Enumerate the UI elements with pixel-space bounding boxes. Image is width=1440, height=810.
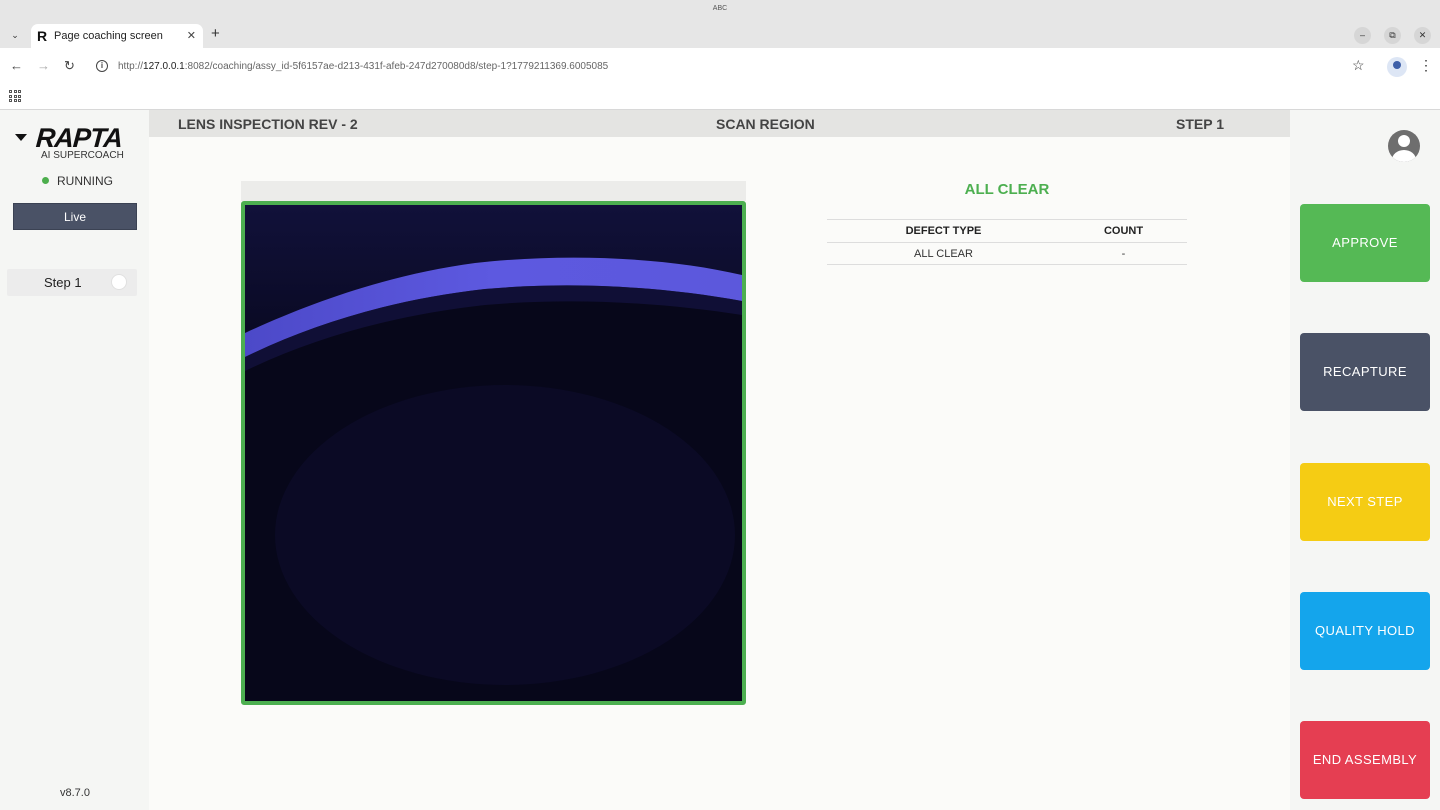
result-status: ALL CLEAR xyxy=(964,181,1050,198)
url-host: 127.0.0.1 xyxy=(143,61,185,72)
region-title: SCAN REGION xyxy=(716,116,815,132)
minimize-icon[interactable]: – xyxy=(1354,27,1371,44)
step-item-label: Step 1 xyxy=(44,275,82,290)
os-title: ABC xyxy=(712,5,728,12)
defect-table: DEFECT TYPE COUNT ALL CLEAR - xyxy=(827,219,1187,265)
browser-toolbar: ← → ↻ i http://127.0.0.1:8082/coaching/a… xyxy=(0,48,1440,86)
defect-type-cell: ALL CLEAR xyxy=(827,242,1060,265)
logo-subtitle: AI SUPERCOACH xyxy=(41,150,124,161)
camera-header-strip xyxy=(241,181,746,201)
action-panel: APPROVE RECAPTURE NEXT STEP QUALITY HOLD… xyxy=(1290,110,1440,810)
reload-icon[interactable]: ↻ xyxy=(64,58,75,74)
url-scheme: http:// xyxy=(118,61,144,72)
column-header-count: COUNT xyxy=(1060,219,1187,243)
step-header: LENS INSPECTION REV - 2 SCAN REGION STEP… xyxy=(149,110,1290,137)
address-bar[interactable]: http://127.0.0.1:8082/coaching/assy_id-5… xyxy=(118,61,608,72)
restore-icon[interactable]: ⧉ xyxy=(1384,27,1401,44)
tab-favicon-icon: R xyxy=(37,28,48,44)
count-cell: - xyxy=(1060,242,1187,265)
step-status-circle-icon xyxy=(111,274,127,290)
table-row: ALL CLEAR - xyxy=(827,242,1187,265)
site-info-icon[interactable]: i xyxy=(96,60,108,72)
camera-feed xyxy=(241,201,746,705)
browser-tab[interactable]: R Page coaching screen ✕ xyxy=(31,24,203,48)
tab-title: Page coaching screen xyxy=(54,30,163,42)
new-tab-icon[interactable]: + xyxy=(211,26,220,42)
apps-grid-icon[interactable] xyxy=(9,90,21,102)
status-dot-icon xyxy=(42,177,49,184)
os-title-bar: ABC xyxy=(0,0,1440,22)
column-header-defect-type: DEFECT TYPE xyxy=(827,219,1060,243)
caret-down-icon[interactable] xyxy=(15,134,27,141)
tab-close-icon[interactable]: ✕ xyxy=(187,29,196,42)
coaching-app: RAPTA AI SUPERCOACH RUNNING Live Step 1 … xyxy=(0,110,1440,810)
assembly-title: LENS INSPECTION REV - 2 xyxy=(178,116,358,132)
profile-icon[interactable] xyxy=(1387,57,1407,77)
status-text: RUNNING xyxy=(57,174,113,188)
approve-button[interactable]: APPROVE xyxy=(1300,204,1430,282)
recapture-button[interactable]: RECAPTURE xyxy=(1300,333,1430,411)
close-window-icon[interactable]: ✕ xyxy=(1414,27,1431,44)
browser-menu-icon[interactable]: ⋮ xyxy=(1419,57,1433,74)
bookmark-star-icon[interactable]: ☆ xyxy=(1352,57,1365,74)
sidebar-item-step-1[interactable]: Step 1 xyxy=(7,269,137,296)
app-version: v8.7.0 xyxy=(60,787,90,799)
next-step-button[interactable]: NEXT STEP xyxy=(1300,463,1430,541)
forward-icon[interactable]: → xyxy=(37,58,50,74)
status-indicator: RUNNING xyxy=(42,174,113,188)
table-header-row: DEFECT TYPE COUNT xyxy=(827,219,1187,243)
user-avatar-icon[interactable] xyxy=(1388,130,1420,162)
tab-search-chevron-icon[interactable]: ⌄ xyxy=(6,26,24,44)
tab-strip: ⌄ R Page coaching screen ✕ + – ⧉ ✕ xyxy=(0,22,1440,48)
left-sidebar: RAPTA AI SUPERCOACH RUNNING Live Step 1 … xyxy=(0,110,149,810)
bookmarks-bar xyxy=(0,86,1440,110)
lens-feed-image xyxy=(245,205,742,701)
back-icon[interactable]: ← xyxy=(10,58,23,74)
live-button[interactable]: Live xyxy=(13,203,137,230)
url-path: :8082/coaching/assy_id-5f6157ae-d213-431… xyxy=(184,61,609,72)
end-assembly-button[interactable]: END ASSEMBLY xyxy=(1300,721,1430,799)
quality-hold-button[interactable]: QUALITY HOLD xyxy=(1300,592,1430,670)
step-indicator: STEP 1 xyxy=(1176,116,1224,132)
